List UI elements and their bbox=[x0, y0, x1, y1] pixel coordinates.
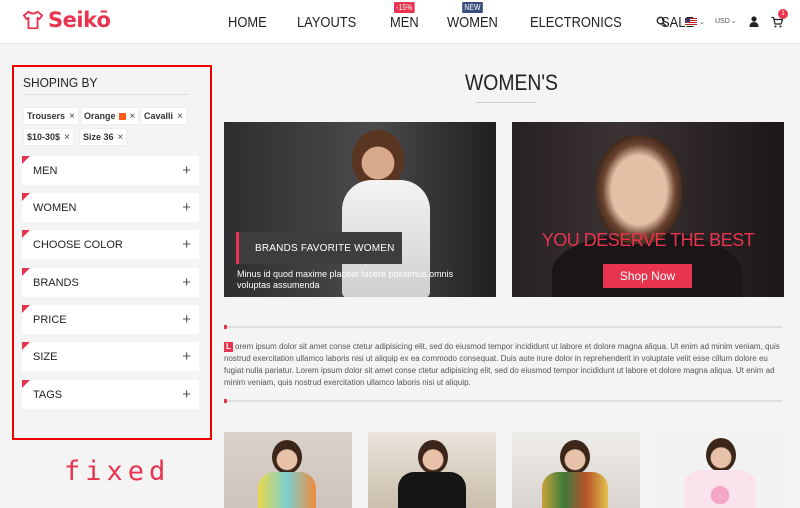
currency-selector[interactable]: USD ⌄ bbox=[715, 17, 737, 26]
filter-men[interactable]: MEN + bbox=[22, 156, 199, 185]
nav-men[interactable]: -15% MEN bbox=[390, 2, 419, 31]
filter-choose-color[interactable]: CHOOSE COLOR + bbox=[22, 230, 199, 259]
filter-chip[interactable]: Cavalli × bbox=[140, 107, 187, 125]
tshirt-logo-icon bbox=[22, 10, 44, 30]
logo[interactable]: Seikō bbox=[22, 8, 111, 32]
chevron-down-icon: ⌄ bbox=[699, 19, 705, 26]
language-selector[interactable]: ⌄ bbox=[685, 18, 705, 26]
sidebar-title: SHOPING BY bbox=[23, 75, 98, 90]
filter-tags[interactable]: TAGS + bbox=[22, 380, 199, 409]
banner-tag: BRANDS FAVORITE WOMEN bbox=[236, 232, 402, 264]
promo-banner-right[interactable]: YOU DESERVE THE BEST Shop Now bbox=[512, 122, 784, 297]
filter-brands[interactable]: BRANDS + bbox=[22, 268, 199, 297]
nav-layouts[interactable]: LAYOUTS bbox=[297, 14, 356, 31]
new-badge: NEW bbox=[462, 2, 484, 13]
filter-size[interactable]: SIZE + bbox=[22, 342, 199, 371]
shop-now-button[interactable]: Shop Now bbox=[603, 264, 692, 288]
close-icon[interactable]: × bbox=[118, 132, 124, 143]
model-photo bbox=[706, 438, 736, 472]
nav-women[interactable]: NEW WOMEN bbox=[447, 2, 498, 31]
model-photo bbox=[596, 136, 682, 244]
fixed-annotation: fixed bbox=[64, 456, 171, 487]
divider bbox=[224, 325, 782, 329]
filter-chip[interactable]: Orange × bbox=[80, 107, 140, 125]
filter-chip[interactable]: Size 36 × bbox=[79, 128, 128, 146]
main-nav: HOME LAYOUTS -15% MEN NEW WOMEN ELECTRON… bbox=[228, 2, 723, 31]
plus-icon: + bbox=[182, 386, 191, 403]
divider bbox=[23, 94, 189, 95]
close-icon[interactable]: × bbox=[69, 111, 75, 122]
search-icon[interactable] bbox=[656, 16, 667, 27]
plus-icon: + bbox=[182, 311, 191, 328]
cart-button[interactable]: 1 bbox=[771, 9, 788, 28]
page-title: WOMEN'S bbox=[465, 70, 558, 95]
plus-icon: + bbox=[182, 162, 191, 179]
plus-icon: + bbox=[182, 348, 191, 365]
drop-cap: L bbox=[224, 342, 233, 352]
color-swatch bbox=[118, 112, 126, 120]
product-thumbnail[interactable] bbox=[224, 432, 352, 508]
model-photo bbox=[418, 440, 448, 474]
chevron-down-icon: ⌄ bbox=[730, 18, 737, 25]
banner-caption: Minus id quod maxime placeat facere poss… bbox=[237, 269, 454, 290]
model-photo bbox=[560, 440, 590, 474]
cart-count-badge: 1 bbox=[778, 9, 788, 19]
model-outfit bbox=[684, 470, 756, 508]
product-thumbnail[interactable] bbox=[512, 432, 640, 508]
intro-paragraph: Lorem ipsum dolor sit amet conse ctetur … bbox=[224, 342, 780, 387]
flag-us-icon bbox=[685, 18, 697, 26]
discount-badge: -15% bbox=[393, 2, 415, 13]
brand-name: Seikō bbox=[48, 8, 111, 32]
filter-women[interactable]: WOMEN + bbox=[22, 193, 199, 222]
filter-chip[interactable]: Trousers × bbox=[23, 107, 79, 125]
close-icon[interactable]: × bbox=[177, 111, 183, 122]
model-outfit bbox=[258, 472, 316, 508]
filter-price[interactable]: PRICE + bbox=[22, 305, 199, 334]
site-header: Seikō HOME LAYOUTS -15% MEN NEW WOMEN EL… bbox=[0, 0, 800, 44]
plus-icon: + bbox=[182, 199, 191, 216]
plus-icon: + bbox=[182, 274, 191, 291]
filter-chip[interactable]: $10-30$ × bbox=[23, 128, 74, 146]
promo-banner-left[interactable]: BRANDS FAVORITE WOMEN Minus id quod maxi… bbox=[224, 122, 496, 297]
product-thumbnail[interactable] bbox=[368, 432, 496, 508]
title-underline bbox=[476, 102, 536, 103]
filter-sidebar: SHOPING BY Trousers × Orange × Cavalli × $1… bbox=[12, 65, 212, 440]
banner-headline: YOU DESERVE THE BEST bbox=[541, 230, 755, 250]
nav-electronics[interactable]: ELECTRONICS bbox=[530, 14, 622, 31]
close-icon[interactable]: × bbox=[130, 111, 136, 122]
model-outfit bbox=[542, 472, 608, 508]
user-icon[interactable] bbox=[749, 16, 759, 27]
plus-icon: + bbox=[182, 236, 191, 253]
close-icon[interactable]: × bbox=[64, 132, 70, 143]
nav-home[interactable]: HOME bbox=[228, 14, 267, 31]
divider bbox=[224, 399, 782, 403]
model-photo bbox=[272, 440, 302, 474]
model-outfit bbox=[398, 472, 466, 508]
product-thumbnail[interactable] bbox=[656, 432, 784, 508]
